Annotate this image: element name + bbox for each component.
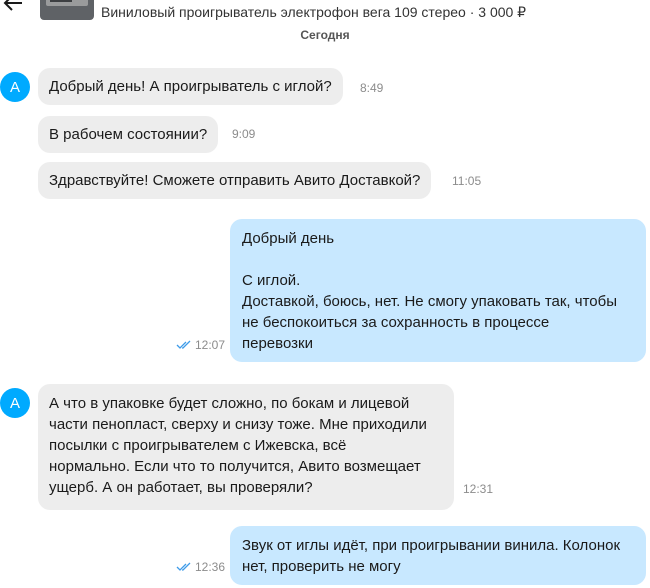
message-time: 9:09 [232,127,256,141]
message-text: Добрый день! А проигрыватель с иглой? [49,78,332,95]
message-bubble-outgoing[interactable]: Добрый день С иглой. Доставкой, боюсь, н… [230,219,646,362]
double-check-icon [176,562,191,571]
message-time: 12:31 [463,482,494,496]
message-text: А что в упаковке будет сложно, по бокам … [49,395,427,496]
arrow-left-icon[interactable] [2,0,24,13]
message-status: 12:36 [176,560,225,574]
message-status: 12:07 [176,338,225,352]
date-separator: Сегодня [300,28,350,42]
chat-header: Виниловый проигрыватель электрофон вега … [0,0,650,22]
message-bubble-incoming[interactable]: Здравствуйте! Сможете отправить Авито До… [38,162,432,199]
message-time: 8:49 [360,81,384,95]
message-time: 11:05 [452,174,482,188]
message-time: 12:07 [195,338,226,352]
avatar[interactable]: A [0,72,30,102]
double-check-icon [176,340,191,349]
avatar[interactable]: A [0,388,30,418]
item-thumbnail[interactable] [40,0,94,20]
message-bubble-incoming[interactable]: А что в упаковке будет сложно, по бокам … [38,384,454,510]
message-time: 12:36 [195,560,226,574]
message-bubble-outgoing[interactable]: Звук от иглы идёт, при проигрывании вини… [230,526,646,585]
message-text: Добрый день С иглой. Доставкой, боюсь, н… [242,230,617,352]
item-title[interactable]: Виниловый проигрыватель электрофон вега … [101,4,526,21]
message-bubble-incoming[interactable]: В рабочем состоянии? [38,116,219,153]
message-text: Звук от иглы идёт, при проигрывании вини… [242,537,621,575]
message-bubble-incoming[interactable]: Добрый день! А проигрыватель с иглой? [38,68,343,105]
message-text: Здравствуйте! Сможете отправить Авито До… [49,172,421,189]
message-text: В рабочем состоянии? [49,126,208,143]
